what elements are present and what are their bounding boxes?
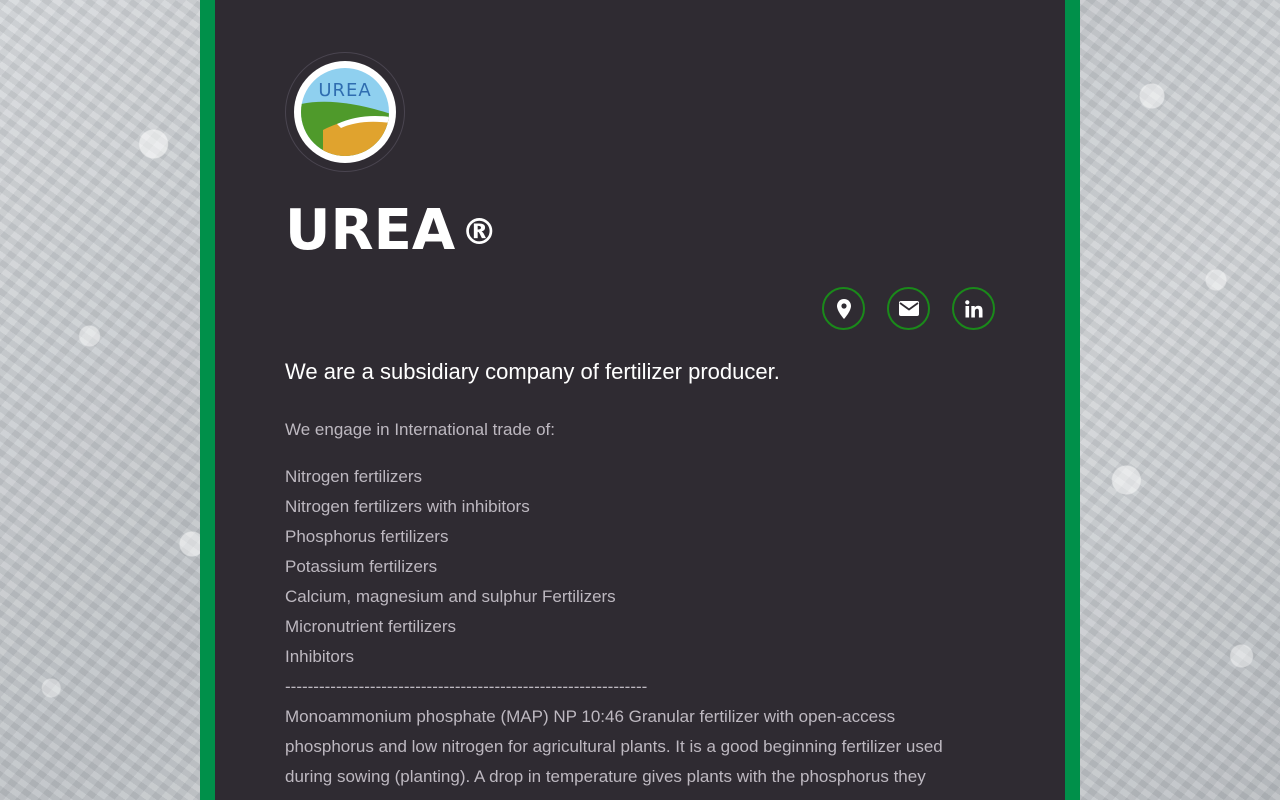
list-item: Calcium, magnesium and sulphur Fertilize… (285, 587, 616, 606)
list-item: Nitrogen fertilizers with inhibitors (285, 497, 530, 516)
social-links (822, 287, 995, 330)
list-item: Phosphorus fertilizers (285, 527, 449, 546)
trade-intro: We engage in International trade of: (285, 420, 555, 439)
email-button[interactable] (887, 287, 930, 330)
location-button[interactable] (822, 287, 865, 330)
map-marker-icon (836, 298, 851, 319)
list-item: Micronutrient fertilizers (285, 617, 456, 636)
brand-logo[interactable]: UREA (285, 52, 405, 172)
page-title: UREA ® (285, 196, 497, 266)
company-lead: We are a subsidiary company of fertilize… (285, 359, 780, 384)
brand-title: UREA (285, 198, 456, 263)
separator-line: ----------------------------------------… (285, 677, 648, 696)
product-list: Nitrogen fertilizers Nitrogen fertilizer… (285, 462, 647, 702)
list-item: Potassium fertilizers (285, 557, 438, 576)
trademark-symbol: ® (461, 212, 498, 253)
linkedin-button[interactable] (952, 287, 995, 330)
product-description: Monoammonium phosphate (MAP) NP 10:46 Gr… (285, 707, 943, 786)
envelope-icon (898, 301, 919, 316)
list-item: Nitrogen fertilizers (285, 467, 422, 486)
linkedin-icon (964, 299, 982, 317)
urea-logo-icon: UREA (294, 61, 396, 163)
svg-text:UREA: UREA (318, 80, 371, 101)
list-item: Inhibitors (285, 647, 354, 666)
